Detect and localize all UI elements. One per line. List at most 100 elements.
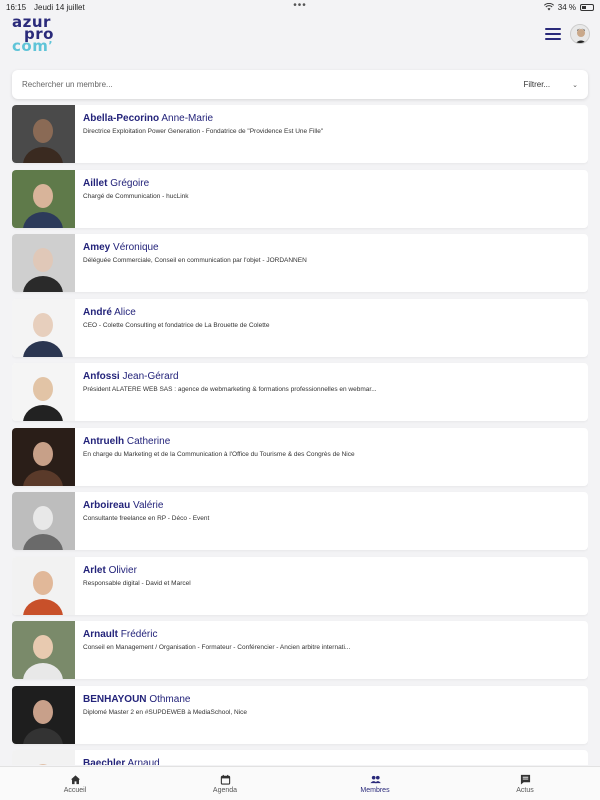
user-avatar[interactable] [570, 24, 590, 44]
tab-actus[interactable]: Actus [450, 767, 600, 800]
member-name: Arboireau Valérie [83, 500, 580, 511]
member-card[interactable]: Aillet Grégoire Chargé de Communication -… [12, 169, 588, 228]
member-last-name: Anfossi [83, 371, 120, 382]
member-card[interactable]: Anfossi Jean-Gérard Président ALATERE WEB… [12, 363, 588, 421]
member-name: Baechler Arnaud [83, 758, 580, 765]
people-icon [369, 775, 381, 783]
member-info: Aillet Grégoire Chargé de Communication -… [75, 170, 588, 200]
status-date: Jeudi 14 juillet [34, 2, 85, 12]
member-info: André Alice CEO - Colette Consulting et f… [75, 299, 588, 329]
member-photo [12, 298, 75, 357]
battery-icon [580, 3, 594, 11]
member-description: Consultante freelance en RP - Déco - Eve… [83, 515, 210, 522]
azurprocom-logo[interactable]: azur pro com’ [12, 15, 62, 56]
tab-agenda[interactable]: Agenda [150, 767, 300, 800]
member-info: Arnault Frédéric Conseil en Management / … [75, 621, 588, 651]
search-input[interactable] [22, 80, 524, 89]
logo-line-3-text: com [12, 37, 49, 55]
member-photo [12, 234, 75, 292]
member-card[interactable]: Arnault Frédéric Conseil en Management / … [12, 621, 588, 679]
filter-label: Filtrer... [523, 80, 551, 89]
member-info: Abella-Pecorino Anne-Marie Directrice Exp… [75, 105, 588, 135]
tab-label: Membres [360, 786, 390, 794]
member-last-name: Arlet [83, 564, 106, 576]
member-card[interactable]: Antruelh Catherine En charge du Marketing… [12, 427, 588, 486]
member-first-name: Grégoire [110, 177, 150, 189]
filter-dropdown[interactable]: Filtrer... ⌄ [523, 80, 578, 89]
member-first-name: Alice [114, 306, 136, 318]
member-last-name: Arboireau [83, 500, 131, 511]
member-last-name: BENHAYOUN [83, 693, 147, 705]
member-first-name: Frédéric [120, 629, 158, 640]
member-name: Anfossi Jean-Gérard [83, 371, 580, 382]
member-info: Arboireau Valérie Consultante freelance e… [75, 492, 588, 522]
member-description: Chargé de Communication - hucLink [83, 192, 189, 200]
member-photo [12, 363, 75, 421]
member-last-name: André [83, 306, 112, 318]
member-name: André Alice [83, 307, 580, 318]
member-name: Arnault Frédéric [83, 629, 580, 640]
member-description: CEO - Colette Consulting et fondatrice d… [83, 321, 270, 329]
menu-icon[interactable] [545, 28, 561, 40]
bottom-tab-bar: Accueil Agenda Membres Actus [0, 766, 600, 800]
logo-line-3: com’ [12, 37, 62, 55]
member-info: Baechler Arnaud [75, 750, 588, 765]
member-card[interactable]: BENHAYOUN Othmane Diplomé Master 2 en #SU… [12, 685, 588, 744]
member-photo [12, 169, 75, 228]
member-card[interactable]: Baechler Arnaud [12, 750, 588, 765]
tab-accueil[interactable]: Accueil [0, 767, 150, 800]
member-first-name: Arnaud [127, 758, 160, 765]
member-photo [12, 492, 75, 550]
member-card[interactable]: André Alice CEO - Colette Consulting et f… [12, 298, 588, 357]
member-info: BENHAYOUN Othmane Diplomé Master 2 en #SU… [75, 686, 588, 716]
member-info: Arlet Olivier Responsable digital - David… [75, 557, 588, 587]
multitasking-dots[interactable]: ••• [293, 0, 307, 11]
member-card[interactable]: Amey Véronique Déléguée Commerciale, Cons… [12, 234, 588, 292]
member-photo [12, 750, 75, 765]
member-last-name: Abella-Pecorino [83, 113, 160, 124]
member-photo [12, 556, 75, 615]
member-name: Aillet Grégoire [83, 178, 580, 189]
status-time: 16:15 [6, 2, 27, 12]
member-last-name: Amey [83, 242, 111, 253]
member-first-name: Anne-Marie [161, 113, 214, 124]
member-first-name: Véronique [113, 242, 159, 253]
tab-membres[interactable]: Membres [300, 767, 450, 800]
member-first-name: Jean-Gérard [122, 371, 179, 382]
member-first-name: Valérie [133, 500, 164, 511]
member-info: Antruelh Catherine En charge du Marketing… [75, 428, 588, 458]
app-header: azur pro com’ [0, 14, 600, 60]
tab-label: Accueil [63, 786, 87, 794]
member-name: Arlet Olivier [83, 565, 580, 576]
member-photo [12, 427, 75, 486]
member-photo [12, 685, 75, 744]
member-info: Anfossi Jean-Gérard Président ALATERE WEB… [75, 363, 588, 393]
member-card[interactable]: Arlet Olivier Responsable digital - David… [12, 556, 588, 615]
member-first-name: Othmane [149, 693, 191, 705]
news-icon [520, 774, 530, 785]
wifi-icon [543, 3, 554, 11]
member-card[interactable]: Abella-Pecorino Anne-Marie Directrice Exp… [12, 105, 588, 163]
tab-label: Actus [516, 786, 534, 794]
status-bar: 16:15 Jeudi 14 juillet ••• 34 % [0, 0, 600, 14]
member-description: Responsable digital - David et Marcel [83, 579, 191, 587]
logo-accent: ’ [48, 39, 54, 52]
member-photo [12, 621, 75, 679]
member-last-name: Arnault [83, 629, 118, 640]
member-card[interactable]: Arboireau Valérie Consultante freelance e… [12, 492, 588, 550]
member-description: Diplomé Master 2 en #SUPDEWEB à MediaSch… [83, 708, 248, 716]
tab-label: Agenda [212, 786, 238, 794]
member-info: Amey Véronique Déléguée Commerciale, Cons… [75, 234, 588, 264]
member-photo [12, 105, 75, 163]
member-description: Président ALATERE WEB SAS : agence de we… [83, 386, 377, 393]
member-first-name: Catherine [126, 435, 171, 447]
calendar-icon [220, 774, 230, 785]
member-name: Amey Véronique [83, 242, 580, 253]
member-name: BENHAYOUN Othmane [83, 694, 580, 705]
home-icon [70, 774, 80, 784]
user-avatar-icon [571, 25, 589, 43]
battery-percent: 34 % [557, 2, 576, 12]
member-list[interactable]: Abella-Pecorino Anne-Marie Directrice Exp… [12, 105, 588, 765]
member-last-name: Baechler [83, 758, 126, 765]
member-last-name: Aillet [83, 177, 108, 189]
